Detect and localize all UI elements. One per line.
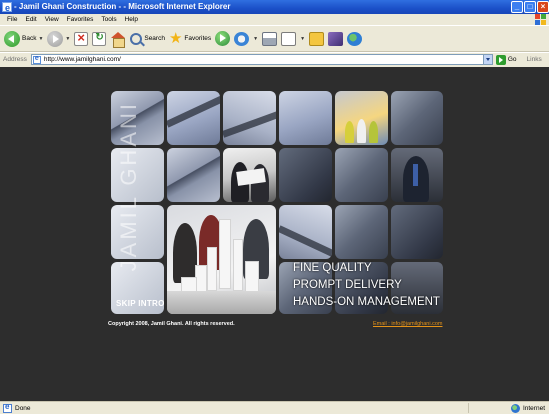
forward-dropdown-icon[interactable]: ▼ — [65, 36, 70, 42]
windows-logo-icon — [535, 14, 546, 25]
tagline-delivery: PROMPT DELIVERY — [293, 279, 402, 291]
folder-icon[interactable] — [309, 31, 325, 46]
forward-button[interactable]: ▼ — [47, 30, 70, 48]
history-icon[interactable] — [234, 31, 250, 46]
photo-tile — [391, 91, 443, 145]
edit-dropdown-icon[interactable]: ▼ — [300, 36, 305, 42]
internet-globe-icon — [510, 404, 520, 413]
photo-tile — [223, 91, 276, 145]
favorites-label: Favorites — [184, 35, 212, 42]
menu-help[interactable]: Help — [121, 14, 142, 25]
status-bar: Done Internet — [0, 401, 549, 414]
media-icon[interactable] — [215, 31, 231, 46]
photo-tile — [335, 148, 388, 202]
skip-intro-link[interactable]: SKIP INTRO — [116, 299, 165, 308]
maximize-button[interactable]: □ — [524, 1, 536, 13]
security-zone[interactable]: Internet — [510, 404, 545, 413]
search-icon — [130, 32, 143, 45]
close-button[interactable]: × — [537, 1, 549, 13]
links-button[interactable]: Links — [527, 56, 542, 63]
print-icon[interactable] — [262, 31, 278, 46]
photo-tile — [391, 205, 443, 259]
page-content: JAMIL GHANI FINE QUALITY PROMPT DELIVERY… — [0, 67, 549, 401]
menu-edit[interactable]: Edit — [21, 14, 40, 25]
title-bar: - Jamil Ghani Construction - - Microsoft… — [0, 0, 549, 15]
photo-tile — [167, 148, 220, 202]
intro-mosaic[interactable]: JAMIL GHANI FINE QUALITY PROMPT DELIVERY… — [111, 91, 443, 314]
go-arrow-icon — [495, 54, 506, 65]
menu-tools[interactable]: Tools — [97, 14, 120, 25]
photo-tile — [167, 205, 276, 314]
tagline-quality: FINE QUALITY — [293, 262, 372, 274]
history-dropdown-icon[interactable]: ▼ — [253, 36, 258, 42]
address-label: Address — [3, 56, 27, 63]
toolbar: Back ▼ ▼ Search ★ Favorites ▼ ▼ — [0, 25, 549, 52]
edit-icon[interactable] — [281, 31, 297, 46]
tagline-management: HANDS-ON MANAGEMENT — [293, 296, 440, 308]
brand-watermark: JAMIL GHANI — [116, 101, 141, 272]
back-dropdown-icon[interactable]: ▼ — [38, 36, 43, 42]
ie-app-icon[interactable] — [2, 1, 12, 15]
photo-tile — [335, 91, 388, 145]
address-url[interactable]: http://www.jamilghani.com/ — [44, 56, 121, 63]
window-controls: _ □ × — [511, 1, 549, 13]
menu-view[interactable]: View — [41, 14, 63, 25]
page-status-icon — [3, 402, 12, 413]
photo-tile — [223, 148, 276, 202]
status-text: Done — [15, 404, 31, 412]
photo-tile — [167, 91, 220, 145]
research-icon[interactable] — [328, 31, 344, 46]
browser-window: - Jamil Ghani Construction - - Microsoft… — [0, 0, 549, 414]
copyright-text: Copyright 2008, Jamil Ghani. All rights … — [108, 321, 235, 327]
photo-tile — [279, 91, 332, 145]
status-divider — [468, 403, 469, 413]
messenger-icon[interactable] — [347, 31, 363, 46]
address-dropdown-icon[interactable] — [482, 55, 492, 64]
go-button[interactable]: Go — [495, 54, 517, 65]
minimize-button[interactable]: _ — [511, 1, 523, 13]
photo-tile — [279, 148, 332, 202]
search-button[interactable]: Search — [130, 30, 165, 48]
back-arrow-icon — [4, 30, 20, 47]
zone-label: Internet — [522, 405, 545, 412]
refresh-icon[interactable] — [92, 31, 107, 46]
back-label: Back — [22, 35, 37, 42]
home-icon[interactable] — [110, 31, 126, 48]
forward-arrow-icon — [47, 30, 64, 47]
menu-favorites[interactable]: Favorites — [63, 14, 98, 25]
photo-tile — [279, 205, 332, 259]
favorites-button[interactable]: ★ Favorites — [169, 30, 211, 48]
address-bar: Address http://www.jamilghani.com/ Go Li… — [0, 52, 549, 66]
photo-tile — [335, 205, 388, 259]
photo-tile — [391, 148, 443, 202]
page-icon — [32, 54, 41, 64]
stop-icon[interactable] — [74, 30, 89, 46]
menu-bar: File Edit View Favorites Tools Help — [0, 14, 549, 25]
menu-file[interactable]: File — [3, 14, 21, 25]
address-input[interactable]: http://www.jamilghani.com/ — [30, 54, 493, 65]
go-label: Go — [507, 56, 517, 63]
search-label: Search — [144, 35, 165, 42]
email-link[interactable]: Email : info@jamilghani.com — [373, 321, 442, 327]
favorites-star-icon: ★ — [168, 29, 183, 47]
window-title: - Jamil Ghani Construction - - Microsoft… — [14, 2, 231, 11]
back-button[interactable]: Back ▼ — [4, 30, 43, 48]
